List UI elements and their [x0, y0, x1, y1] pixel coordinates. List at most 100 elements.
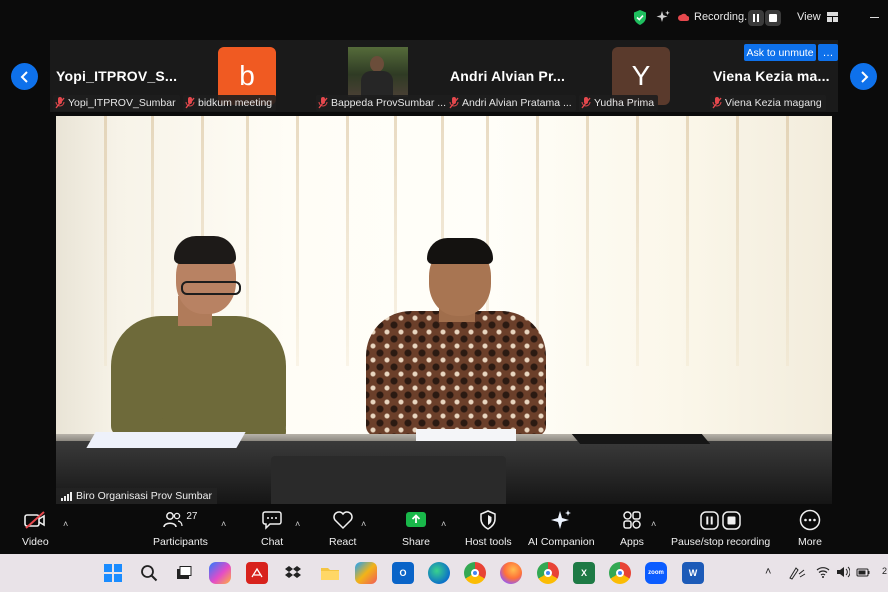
share-button[interactable]: Share [402, 508, 430, 548]
apps-button[interactable]: Apps [620, 508, 644, 548]
search-icon[interactable] [138, 562, 160, 584]
zoom-meeting-window: Recording... View Yopi_ITPROV_S... Yopi_… [0, 0, 888, 592]
windows-start-icon[interactable] [102, 562, 124, 584]
participant-name: Yopi_ITPROV_S... [56, 68, 178, 84]
mic-muted-icon [712, 97, 722, 109]
chat-icon [262, 511, 282, 530]
participants-label: Participants [153, 536, 208, 548]
react-button[interactable]: React [329, 508, 356, 548]
share-options-caret[interactable]: ˄ [441, 519, 446, 529]
minimize-icon[interactable] [870, 17, 879, 18]
chrome-notification-icon[interactable] [609, 562, 631, 584]
cloud-recording-icon [678, 13, 689, 21]
pause-recording-icon [700, 510, 719, 530]
chrome-icon[interactable] [464, 562, 486, 584]
acrobat-icon[interactable] [246, 562, 268, 584]
participant-label-text: bidkum meeting [198, 97, 273, 109]
recording-label: Recording... [694, 11, 754, 23]
tile-more-options-button[interactable]: … [818, 44, 838, 61]
security-shield-icon[interactable] [633, 10, 647, 25]
show-hidden-icons-chevron[interactable]: ˄ [765, 566, 771, 578]
wifi-icon[interactable] [816, 566, 830, 578]
view-label: View [797, 11, 821, 23]
pause-recording-button[interactable] [748, 10, 764, 26]
outlook-icon[interactable]: O [392, 562, 414, 584]
mic-muted-icon [581, 97, 591, 109]
apps-options-caret[interactable]: ˄ [651, 519, 656, 529]
zoom-app-icon[interactable]: zoom [645, 562, 667, 584]
next-page-button[interactable] [850, 63, 877, 90]
share-screen-icon [406, 512, 427, 527]
pause-stop-recording-label: Pause/stop recording [671, 536, 771, 548]
prev-page-button[interactable] [11, 63, 38, 90]
shield-icon [480, 510, 497, 530]
participant-label-text: Viena Kezia magang [725, 97, 822, 109]
participant-tile[interactable]: Y Yudha Prima [577, 40, 707, 112]
video-off-icon [24, 511, 46, 529]
word-icon[interactable]: W [682, 562, 704, 584]
participant-label: Bappeda ProvSumbar ... [316, 95, 450, 111]
chrome-profile-icon[interactable] [537, 562, 559, 584]
apps-icon [623, 511, 641, 529]
firefox-icon[interactable] [500, 562, 522, 584]
react-label: React [329, 536, 357, 548]
chat-options-caret[interactable]: ˄ [295, 519, 300, 529]
active-speaker-video[interactable] [56, 116, 832, 504]
view-button[interactable]: View [797, 11, 838, 23]
participant-tile[interactable]: Bappeda ProvSumbar ... [313, 40, 450, 112]
dropbox-icon[interactable] [282, 562, 304, 584]
ai-sparkle-icon[interactable] [656, 10, 670, 24]
mic-muted-icon [185, 97, 195, 109]
chevron-right-icon [860, 70, 868, 83]
pen-input-icon[interactable] [788, 566, 806, 580]
participant-tile[interactable]: Yopi_ITPROV_S... Yopi_ITPROV_Sumbar [50, 40, 180, 112]
chat-button[interactable]: Chat [261, 508, 283, 548]
participants-options-caret[interactable]: ˄ [221, 519, 226, 529]
participant-label: Andri Alvian Pratama ... [447, 95, 576, 111]
ai-companion-button[interactable]: AI Companion [528, 508, 595, 548]
battery-icon[interactable] [856, 566, 870, 578]
stop-recording-button[interactable] [765, 10, 781, 26]
volume-icon[interactable] [836, 566, 850, 578]
signal-strength-icon [61, 491, 72, 501]
avatar-letter: Y [631, 60, 651, 91]
participant-tile[interactable]: b bidkum meeting [180, 40, 310, 112]
participant-label: Viena Kezia magang [710, 95, 826, 111]
react-options-caret[interactable]: ˄ [361, 519, 366, 529]
pause-stop-recording-button[interactable]: Pause/stop recording [671, 508, 770, 548]
photos-app-icon[interactable] [355, 562, 377, 584]
pause-icon [753, 14, 759, 22]
more-icon [799, 509, 821, 531]
chat-label: Chat [261, 536, 284, 548]
host-tools-button[interactable]: Host tools [465, 508, 512, 548]
active-speaker-name-badge: Biro Organisasi Prov Sumbar [56, 488, 217, 504]
video-options-caret[interactable]: ˄ [63, 519, 68, 529]
file-explorer-icon[interactable] [319, 562, 341, 584]
active-speaker-name: Biro Organisasi Prov Sumbar [76, 490, 212, 502]
participant-label-text: Andri Alvian Pratama ... [462, 97, 572, 109]
ai-companion-label: AI Companion [528, 536, 595, 548]
more-button[interactable]: More [798, 508, 822, 548]
participant-label-text: Yopi_ITPROV_Sumbar [68, 97, 176, 109]
participant-label-text: Yudha Prima [594, 97, 655, 109]
task-view-icon[interactable] [173, 562, 195, 584]
video-button[interactable]: Video [22, 508, 49, 548]
clock[interactable]: 2 [882, 566, 887, 576]
participant-tile[interactable]: Andri Alvian Pr... Andri Alvian Pratama … [445, 40, 576, 112]
participants-button[interactable]: 27 Participants [153, 508, 208, 549]
stop-icon [769, 14, 777, 22]
edge-icon[interactable] [428, 562, 450, 584]
host-tools-label: Host tools [465, 536, 512, 548]
participant-label: bidkum meeting [183, 95, 277, 111]
copilot-icon[interactable] [209, 562, 231, 584]
stop-recording-icon [722, 510, 741, 530]
excel-icon[interactable]: X [573, 562, 595, 584]
recording-indicator[interactable]: Recording... [678, 11, 753, 23]
avatar-letter: b [239, 60, 255, 91]
grid-view-icon [826, 12, 838, 22]
mic-muted-icon [55, 97, 65, 109]
participant-label-text: Bappeda ProvSumbar ... [331, 97, 446, 109]
share-label: Share [402, 536, 431, 548]
ask-to-unmute-button[interactable]: Ask to unmute [744, 44, 816, 61]
heart-icon [332, 511, 353, 530]
